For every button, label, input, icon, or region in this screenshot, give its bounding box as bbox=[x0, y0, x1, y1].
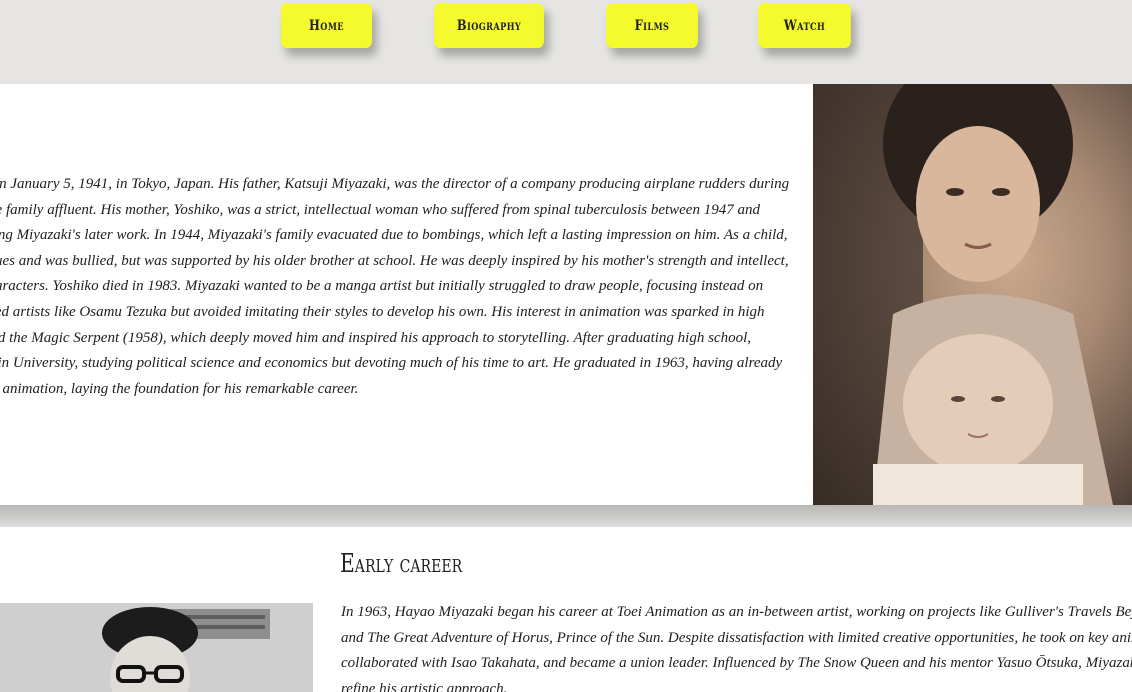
section-divider bbox=[0, 505, 1132, 527]
miyazaki-portrait-illustration bbox=[0, 603, 313, 692]
mother-and-baby-illustration bbox=[813, 84, 1113, 505]
early-career-text: In 1963, Hayao Miyazaki began his career… bbox=[341, 604, 1132, 692]
biography-section: Hayao Miyazaki was born on January 5, 19… bbox=[0, 84, 1132, 505]
early-career-heading: Early career bbox=[340, 549, 463, 579]
nav-films-button[interactable]: Films bbox=[606, 3, 698, 48]
biography-paragraph: Hayao Miyazaki was born on January 5, 19… bbox=[0, 176, 790, 397]
miyazaki-portrait-photo bbox=[0, 603, 313, 692]
early-career-section: Early career In 1963, Hayao Miyazaki beg… bbox=[0, 527, 1132, 692]
biography-text: Hayao Miyazaki was born on January 5, 19… bbox=[0, 172, 795, 402]
mother-and-baby-photo bbox=[813, 84, 1132, 505]
top-navigation: Home Biography Films Watch bbox=[0, 0, 1132, 84]
nav-watch-button[interactable]: Watch bbox=[758, 3, 851, 48]
nav-home-button[interactable]: Home bbox=[280, 3, 373, 48]
nav-biography-button[interactable]: Biography bbox=[434, 3, 544, 48]
